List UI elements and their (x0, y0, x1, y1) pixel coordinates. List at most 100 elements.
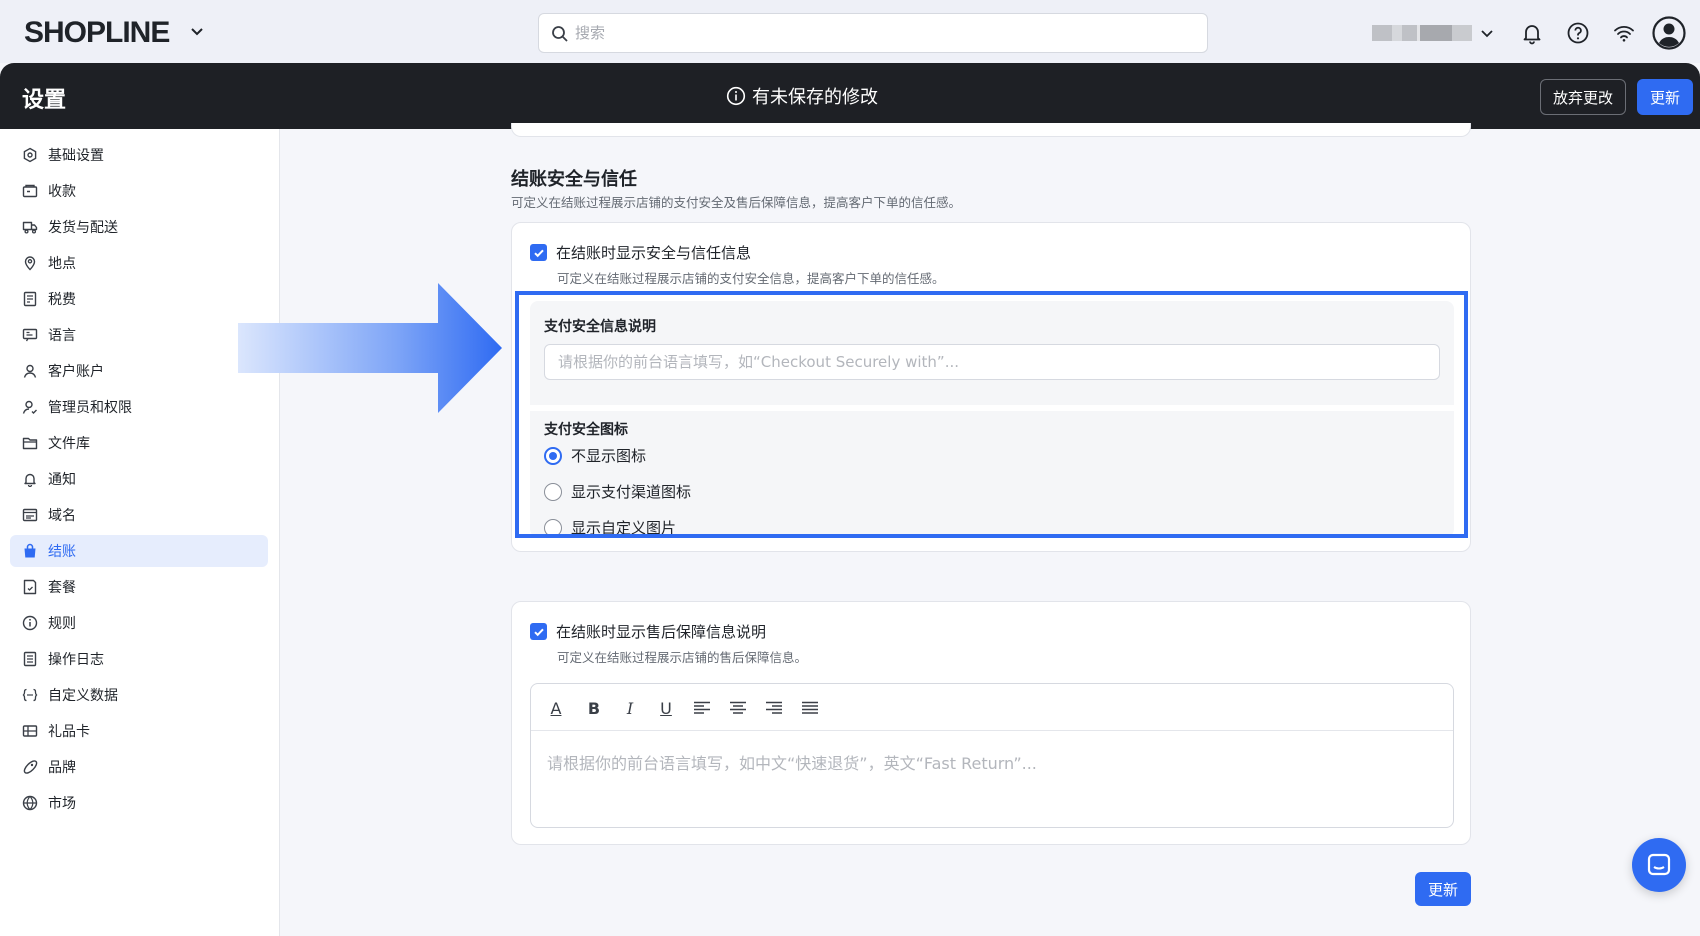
search-input[interactable] (575, 14, 1195, 52)
chat-icon (1647, 853, 1671, 876)
sidebar-item-files[interactable]: 文件库 (10, 427, 268, 459)
italic-button[interactable]: I (617, 696, 643, 720)
settings-main-content: 结账安全与信任 可定义在结账过程展示店铺的支付安全及售后保障信息，提高客户下单的… (281, 123, 1700, 936)
sidebar-item-label: 域名 (48, 508, 76, 524)
sidebar-item-brand[interactable]: 品牌 (10, 751, 268, 783)
sidebar-item-label: 收款 (48, 184, 76, 200)
sidebar-item-plans[interactable]: 套餐 (10, 571, 268, 603)
update-button[interactable]: 更新 (1415, 872, 1471, 906)
sidebar-item-notifications[interactable]: 通知 (10, 463, 268, 495)
folder-icon (22, 437, 38, 450)
sidebar-item-admins-permissions[interactable]: 管理员和权限 (10, 391, 268, 423)
chevron-down-icon[interactable] (188, 22, 206, 40)
sidebar-item-label: 客户账户 (48, 364, 104, 380)
sidebar-item-markets[interactable]: 市场 (10, 787, 268, 819)
checkbox-description: 可定义在结账过程展示店铺的售后保障信息。 (557, 650, 808, 665)
after-sale-checkbox-row[interactable]: 在结账时显示售后保障信息说明 (530, 621, 766, 642)
sidebar-item-label: 市场 (48, 796, 76, 812)
log-icon (23, 651, 37, 667)
wifi-icon[interactable] (1612, 21, 1636, 45)
tax-icon (23, 291, 37, 307)
sidebar-item-custom-data[interactable]: 自定义数据 (10, 679, 268, 711)
gift-card-icon (22, 725, 38, 737)
sidebar-item-label: 管理员和权限 (48, 400, 132, 416)
brand-icon (23, 760, 38, 774)
discard-changes-button[interactable]: 放弃更改 (1540, 79, 1626, 115)
sidebar-item-label: 文件库 (48, 436, 90, 452)
sidebar-item-label: 基础设置 (48, 148, 104, 164)
sidebar-item-shipping[interactable]: 发货与配送 (10, 211, 268, 243)
highlight-box (515, 291, 1468, 538)
editor-toolbar: A B I U (531, 684, 1453, 731)
sidebar-item-label: 语言 (48, 328, 76, 344)
sidebar-item-label: 通知 (48, 472, 76, 488)
align-right-icon[interactable] (761, 696, 787, 720)
top-bar: SHOPLINE (0, 0, 1700, 63)
sidebar-item-payments[interactable]: 收款 (10, 175, 268, 207)
sidebar-item-label: 发货与配送 (48, 220, 118, 236)
info-icon (22, 615, 38, 631)
store-name-blurred[interactable] (1372, 25, 1472, 41)
domain-icon (22, 508, 38, 522)
update-button[interactable]: 更新 (1637, 79, 1693, 115)
after-sale-card: 在结账时显示售后保障信息说明 可定义在结账过程展示店铺的售后保障信息。 A B … (511, 601, 1471, 845)
sidebar-item-languages[interactable]: 语言 (10, 319, 268, 351)
checkout-bag-icon (24, 543, 36, 558)
settings-sidebar: 基础设置 收款 发货与配送 地点 税费 语言 客户账户 管理员和权限 文件库 通… (0, 129, 280, 936)
checkbox-description: 可定义在结账过程展示店铺的支付安全信息，提高客户下单的信任感。 (557, 271, 945, 286)
bell-icon (24, 473, 36, 487)
unsaved-changes-notice: 有未保存的修改 (726, 85, 878, 108)
security-trust-checkbox-row[interactable]: 在结账时显示安全与信任信息 (530, 242, 751, 263)
check-icon (533, 249, 544, 257)
settings-header: 设置 有未保存的修改 放弃更改 更新 (0, 63, 1700, 129)
settings-icon (23, 147, 37, 163)
sidebar-item-label: 自定义数据 (48, 688, 118, 704)
sidebar-item-taxes[interactable]: 税费 (10, 283, 268, 315)
sidebar-item-label: 结账 (48, 544, 76, 560)
rich-text-editor[interactable]: A B I U 请根据你的前台语言填写，如中文“快速退货”，英文“Fast Re… (530, 683, 1454, 828)
previous-card-edge (511, 123, 1471, 137)
info-icon (726, 86, 746, 106)
user-avatar-icon[interactable] (1652, 16, 1686, 50)
globe-icon (22, 795, 38, 811)
plan-icon (23, 579, 37, 595)
align-justify-icon[interactable] (797, 696, 823, 720)
after-sale-checkbox[interactable] (530, 623, 547, 640)
editor-placeholder: 请根据你的前台语言填写，如中文“快速退货”，英文“Fast Return”... (547, 754, 1037, 773)
sidebar-item-activity-log[interactable]: 操作日志 (10, 643, 268, 675)
search-box[interactable] (538, 13, 1208, 53)
section-title: 结账安全与信任 (511, 169, 637, 190)
truck-icon (22, 221, 38, 234)
underline-button[interactable]: U (653, 696, 679, 720)
admin-icon (22, 400, 37, 414)
chat-support-button[interactable] (1632, 838, 1686, 892)
sidebar-item-checkout[interactable]: 结账 (10, 535, 268, 567)
custom-data-icon (22, 688, 38, 702)
sidebar-item-customer-accounts[interactable]: 客户账户 (10, 355, 268, 387)
search-icon (552, 26, 568, 42)
help-icon[interactable] (1566, 21, 1590, 45)
chevron-down-icon[interactable] (1478, 24, 1496, 42)
bold-button[interactable]: B (581, 696, 607, 720)
sidebar-item-rules[interactable]: 规则 (10, 607, 268, 639)
location-icon (24, 256, 36, 271)
checkbox-label: 在结账时显示售后保障信息说明 (556, 623, 767, 641)
align-center-icon[interactable] (725, 696, 751, 720)
checkbox-label: 在结账时显示安全与信任信息 (556, 244, 752, 262)
section-description: 可定义在结账过程展示店铺的支付安全及售后保障信息，提高客户下单的信任感。 (511, 195, 962, 210)
sidebar-item-label: 礼品卡 (48, 724, 90, 740)
sidebar-item-basic-settings[interactable]: 基础设置 (10, 139, 268, 171)
sidebar-item-label: 地点 (48, 256, 76, 272)
security-trust-checkbox[interactable] (530, 244, 547, 261)
sidebar-item-domains[interactable]: 域名 (10, 499, 268, 531)
shopline-logo[interactable]: SHOPLINE (24, 16, 170, 50)
text-color-button[interactable]: A (543, 696, 569, 720)
sidebar-item-locations[interactable]: 地点 (10, 247, 268, 279)
sidebar-item-gift-cards[interactable]: 礼品卡 (10, 715, 268, 747)
check-icon (533, 628, 544, 636)
annotation-arrow (238, 283, 502, 413)
bell-icon[interactable] (1520, 21, 1544, 45)
align-left-icon[interactable] (689, 696, 715, 720)
sidebar-item-label: 操作日志 (48, 652, 104, 668)
language-icon (22, 328, 38, 342)
